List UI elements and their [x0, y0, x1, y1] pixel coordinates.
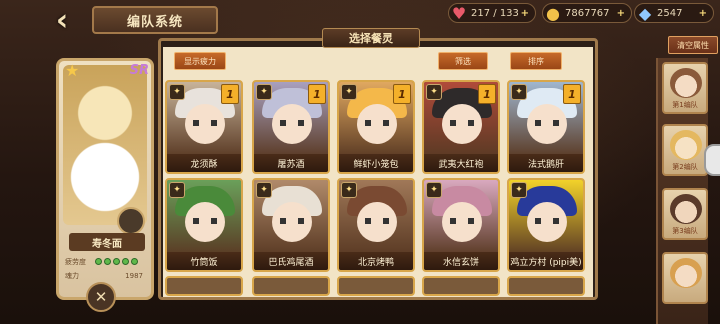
character-name: 鸡立方村 (pipi美) [509, 252, 583, 270]
team-slot-1[interactable]: 第1编队 [662, 62, 708, 114]
team-number-badge: 1 [393, 84, 411, 104]
character-card[interactable] [422, 276, 500, 296]
character-card[interactable] [337, 276, 415, 296]
character-card[interactable] [507, 276, 585, 296]
star-icon: ★ [65, 61, 80, 80]
gold-counter: ● 7867767 + [542, 3, 632, 23]
team-number-badge: 1 [478, 84, 496, 104]
filter-button[interactable]: 筛选 [438, 52, 488, 70]
character-eyes [365, 120, 389, 126]
stamina-add-button[interactable]: + [521, 8, 529, 19]
character-name: 鲜虾小笼包 [339, 154, 413, 172]
character-card[interactable]: ✦ 1 龙须酥 [165, 80, 243, 174]
gem-counter: ◆ 2547 + [634, 3, 714, 23]
character-card[interactable]: ✦ 1 法式鹅肝 [507, 80, 585, 174]
character-name: 寿冬面 [69, 233, 145, 251]
character-card[interactable]: ✦ 北京烤鸭 [337, 178, 415, 272]
team-slot-2[interactable]: 第2编队 [662, 124, 708, 176]
character-name: 巴氏鸡尾酒 [254, 252, 328, 270]
character-name: 龙须酥 [167, 154, 241, 172]
character-name: 屠苏酒 [254, 154, 328, 172]
team-slot-label: 第3编队 [672, 227, 698, 235]
gold-value: 7867767 [565, 7, 610, 19]
character-card[interactable] [252, 276, 330, 296]
character-name: 法式鹅肝 [509, 154, 583, 172]
character-eyes [280, 120, 304, 126]
skill-emblem-icon [117, 207, 145, 235]
character-eyes [450, 120, 474, 126]
fatigue-row: 疲劳度 [65, 255, 149, 268]
power-row: 魂力 1987 [65, 269, 149, 282]
character-grid: ✦ 1 龙须酥 ✦ 1 屠苏酒 ✦ 1 鲜虾小笼包 ✦ 1 武夷大红袍 ✦ 1 法式鹅肝 ✦ 竹筒饭 ✦ 巴氏鸡尾酒… [163, 78, 595, 300]
power-value: 1987 [125, 271, 143, 280]
team-number-badge: 1 [563, 84, 581, 104]
team-slot-3[interactable]: 第3编队 [662, 188, 708, 240]
diamond-icon: ◆ [638, 3, 652, 23]
coin-icon: ● [546, 3, 560, 23]
element-icon: ✦ [169, 84, 185, 100]
element-icon: ✦ [511, 84, 527, 100]
team-slot-4[interactable] [662, 252, 708, 304]
team-number-badge: 1 [308, 84, 326, 104]
power-label: 魂力 [65, 271, 79, 280]
character-card[interactable]: ✦ 水信玄饼 [422, 178, 500, 272]
character-card[interactable]: ✦ 鸡立方村 (pipi美) [507, 178, 585, 272]
crossed-utensils-icon[interactable]: ✕ [86, 282, 116, 312]
element-icon: ✦ [256, 182, 272, 198]
character-card[interactable] [165, 276, 243, 296]
character-eyes [450, 218, 474, 224]
heart-icon: ♥ [451, 3, 467, 23]
fatigue-dots [95, 258, 138, 265]
character-eyes [193, 218, 217, 224]
character-eyes [280, 218, 304, 224]
team-slot-label: 第1编队 [672, 101, 698, 109]
element-icon: ✦ [426, 84, 442, 100]
team-avatar [670, 258, 702, 288]
element-icon: ✦ [256, 84, 272, 100]
selected-character-panel[interactable]: ★ SR 寿冬面 疲劳度 魂力 1987 [56, 58, 154, 300]
rarity-badge: SR [129, 63, 149, 78]
sort-button[interactable]: 排序 [510, 52, 562, 70]
character-card[interactable]: ✦ 1 鲜虾小笼包 [337, 80, 415, 174]
character-card[interactable]: ✦ 1 屠苏酒 [252, 80, 330, 174]
character-card[interactable]: ✦ 竹筒饭 [165, 178, 243, 272]
character-name: 水信玄饼 [424, 252, 498, 270]
element-icon: ✦ [511, 182, 527, 198]
element-icon: ✦ [341, 182, 357, 198]
gold-add-button[interactable]: + [617, 8, 625, 19]
character-name: 武夷大红袍 [424, 154, 498, 172]
element-icon: ✦ [341, 84, 357, 100]
character-name: 竹筒饭 [167, 252, 241, 270]
character-eyes [365, 218, 389, 224]
back-arrow-icon[interactable]: ‹ [42, 6, 82, 36]
stamina-value: 217 / 133 [471, 7, 519, 19]
dialog-title: 选择餐灵 [322, 28, 420, 48]
stamina-counter: ♥ 217 / 133 + [448, 3, 536, 23]
show-fatigue-button[interactable]: 显示疲力 [174, 52, 226, 70]
gem-value: 2547 [657, 7, 683, 19]
character-eyes [193, 120, 217, 126]
character-eyes [535, 218, 559, 224]
clear-attributes-button[interactable]: 清空属性 [668, 36, 718, 54]
gem-add-button[interactable]: + [699, 8, 707, 19]
team-avatar [670, 68, 702, 98]
element-icon: ✦ [426, 182, 442, 198]
team-avatar [670, 130, 702, 160]
page-title: 编队系统 [92, 6, 218, 34]
team-number-badge: 1 [221, 84, 239, 104]
character-eyes [535, 120, 559, 126]
character-name: 北京烤鸭 [339, 252, 413, 270]
side-scroll-handle[interactable] [704, 144, 720, 176]
character-card[interactable]: ✦ 1 武夷大红袍 [422, 80, 500, 174]
character-card[interactable]: ✦ 巴氏鸡尾酒 [252, 178, 330, 272]
team-slot-label: 第2编队 [672, 163, 698, 171]
team-avatar [670, 194, 702, 224]
element-icon: ✦ [169, 182, 185, 198]
character-portrait [63, 65, 147, 225]
fatigue-label: 疲劳度 [65, 257, 86, 266]
